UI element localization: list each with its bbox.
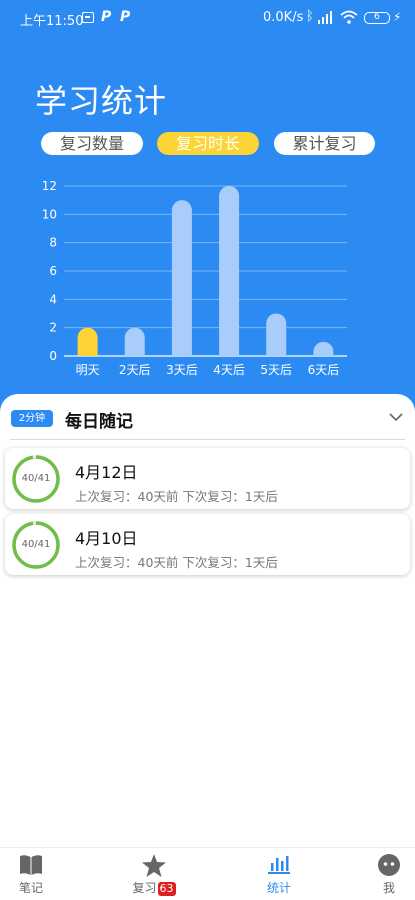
tab-review-duration[interactable]: 复习时长: [157, 132, 259, 155]
x-tick-label: 明天: [76, 363, 100, 377]
progress-text: 40/41: [21, 539, 51, 550]
face-icon: [378, 854, 400, 876]
y-tick-label: 0: [49, 349, 57, 363]
deck-duration-badge: 2分钟: [11, 410, 53, 427]
note-review-info: 上次复习：40天前 下次复习：1天后: [75, 555, 278, 570]
tab-cumulative-review[interactable]: 累计复习: [274, 132, 375, 155]
divider: [10, 439, 405, 440]
status-time: 上午11:50: [20, 14, 84, 29]
bar-4[interactable]: [219, 186, 240, 356]
nav-notes[interactable]: 笔记: [10, 848, 52, 900]
bar-3[interactable]: [171, 200, 192, 356]
y-tick-label: 6: [49, 264, 57, 278]
x-tick-label: 2天后: [119, 363, 151, 377]
nav-notes-label: 笔记: [18, 881, 43, 895]
y-tick-label: 2: [49, 321, 57, 335]
nav-review-label: 复习 63: [132, 881, 176, 896]
x-tick-label: 3天后: [166, 363, 198, 377]
deck-title[interactable]: 每日随记: [65, 407, 133, 432]
progress-text: 40/41: [21, 473, 51, 484]
y-tick-label: 8: [49, 236, 57, 250]
nav-me-label: 我: [382, 881, 395, 895]
bottom-navigation: 笔记 复习 63 统计 我: [0, 847, 415, 900]
parking-icon-2: P: [120, 9, 131, 25]
nav-review[interactable]: 复习 63: [125, 848, 183, 900]
review-chart: 0 2 4 6 8 10 12 明天 2天后 3天后 4天后 5天后 6天后: [42, 179, 347, 377]
chevron-down-icon[interactable]: [389, 410, 403, 424]
x-tick-label: 4天后: [213, 363, 245, 377]
status-bar: 上午11:50 P P 0.0K/s ᛒ 6 ⚡: [0, 0, 415, 36]
review-count-badge: 63: [157, 882, 176, 896]
y-tick-label: 12: [42, 179, 57, 193]
book-icon: [20, 855, 42, 875]
note-card[interactable]: 40/41 4月12日 上次复习：40天前 下次复习：1天后: [5, 448, 410, 509]
bar-1[interactable]: [77, 327, 98, 356]
parking-icon: P: [101, 9, 112, 25]
nav-statistics-label: 统计: [266, 881, 291, 895]
note-date: 4月12日: [75, 463, 138, 482]
bar-chart-icon: [268, 856, 290, 874]
note-card[interactable]: 40/41 4月10日 上次复习：40天前 下次复习：1天后: [5, 514, 410, 575]
notification-icon: [82, 12, 94, 23]
bar-2[interactable]: [124, 327, 145, 356]
note-review-info: 上次复习：40天前 下次复习：1天后: [75, 489, 278, 504]
signal-icon: [318, 11, 332, 24]
star-icon: [142, 854, 166, 877]
nav-me[interactable]: 我: [368, 848, 410, 900]
bar-6[interactable]: [313, 341, 334, 356]
bluetooth-icon: ᛒ: [306, 9, 314, 24]
battery-icon: 6: [364, 12, 390, 24]
tab-review-count[interactable]: 复习数量: [41, 132, 143, 155]
wifi-icon: [340, 10, 358, 24]
y-tick-label: 4: [49, 292, 57, 306]
deck-panel: 2分钟 每日随记 40/41 4月12日 上次复习：40天前 下次复习：1天后 …: [0, 394, 415, 854]
page-title: 学习统计: [35, 82, 168, 120]
nav-statistics[interactable]: 统计: [258, 848, 300, 900]
network-speed: 0.0K/s: [263, 10, 304, 25]
bar-5[interactable]: [266, 313, 287, 357]
note-date: 4月10日: [75, 529, 138, 548]
charging-icon: ⚡: [393, 10, 402, 24]
x-tick-label: 5天后: [260, 363, 292, 377]
x-tick-label: 6天后: [308, 363, 340, 377]
y-tick-label: 10: [42, 207, 57, 221]
